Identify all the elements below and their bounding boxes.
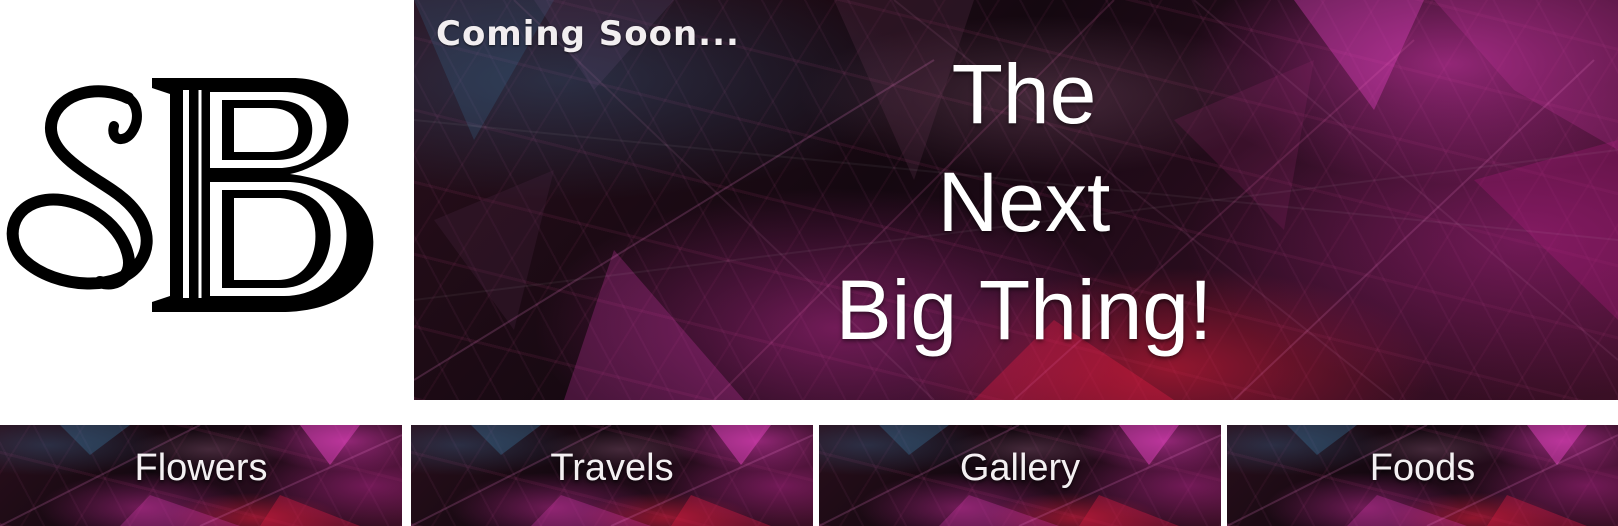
- nav-label-foods: Foods: [1369, 447, 1476, 489]
- sb-monogram-logo-icon: [6, 78, 374, 312]
- coming-soon-tagline: Coming Soon...: [436, 14, 740, 54]
- nav-tile-foods[interactable]: Foods: [1227, 425, 1618, 526]
- headline-line-2: Next: [937, 155, 1111, 249]
- hero-banner: Coming Soon... The Next Big Thing!: [414, 0, 1618, 400]
- hero-headline: The Next Big Thing!: [794, 40, 1254, 364]
- nav-tile-travels[interactable]: Travels: [411, 425, 813, 526]
- nav-tile-gallery[interactable]: Gallery: [819, 425, 1221, 526]
- headline-line-3: Big Thing!: [835, 263, 1213, 357]
- nav-label-gallery: Gallery: [959, 447, 1081, 489]
- nav-tile-flowers[interactable]: Flowers: [0, 425, 402, 526]
- nav-label-travels: Travels: [550, 447, 674, 489]
- page: Coming Soon... The Next Big Thing! Flowe…: [0, 0, 1618, 526]
- headline-line-1: The: [951, 47, 1097, 141]
- category-nav: Flowers Travels Gallery Foods: [0, 425, 1618, 526]
- nav-label-flowers: Flowers: [134, 447, 268, 489]
- site-logo[interactable]: [0, 0, 414, 400]
